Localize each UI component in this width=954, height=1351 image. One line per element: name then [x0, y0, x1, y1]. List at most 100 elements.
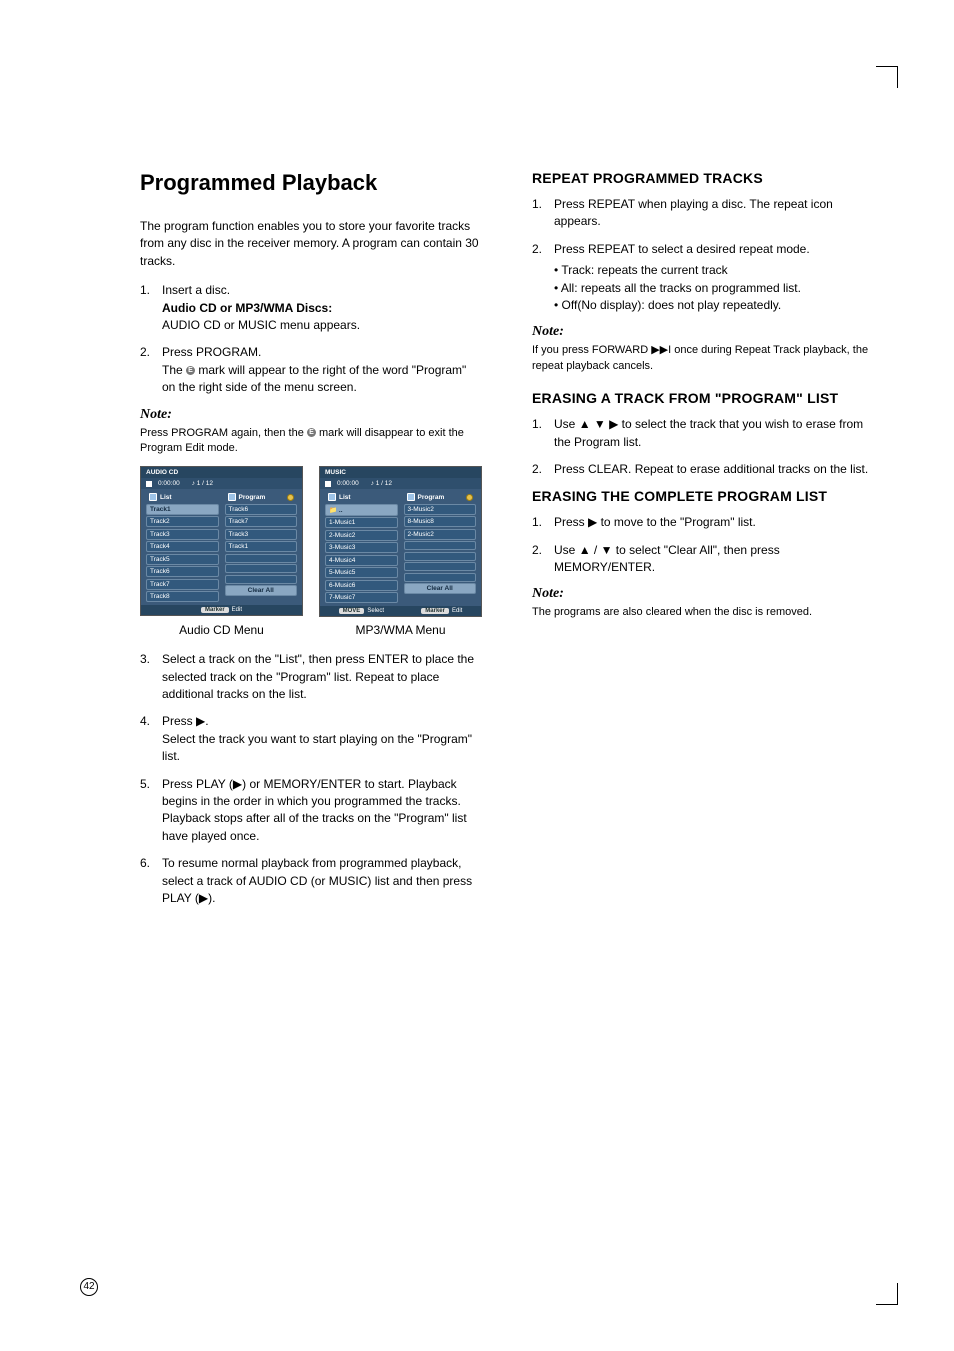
step-text: AUDIO CD or MUSIC menu appears. — [162, 318, 360, 332]
osd-footer: MarkerEdit — [141, 605, 302, 615]
step-6: 6. To resume normal playback from progra… — [140, 855, 482, 907]
list-item: 3-Music3 — [325, 542, 398, 553]
osd-list-label: List — [160, 494, 172, 501]
menu-screenshots-row: AUDIO CD 0:00:00 ♪ 1 / 12 List Track1 Tr… — [140, 466, 482, 617]
menu-captions: Audio CD Menu MP3/WMA Menu — [140, 623, 482, 637]
step-1: 1. Insert a disc. Audio CD or MP3/WMA Di… — [140, 282, 482, 334]
footer-marker-chip: Marker — [201, 607, 229, 613]
footer-move-chip: MOVE — [339, 608, 365, 614]
osd-program-column: Program 3-Music2 8-Music8 2-Music2 Clear… — [404, 492, 477, 603]
list-item: 8-Music8 — [404, 516, 477, 527]
step-4: 4. Press ▶. Select the track you want to… — [140, 713, 482, 765]
osd-program-label: Program — [239, 494, 266, 501]
note-body: Press PROGRAM again, then the E mark wil… — [140, 426, 482, 457]
note-body: If you press FORWARD ▶▶I once during Rep… — [532, 343, 874, 374]
section-heading-repeat: REPEAT PROGRAMMED TRACKS — [532, 170, 874, 186]
stop-icon — [325, 481, 331, 487]
bullet-item: All: repeats all the tracks on programme… — [554, 280, 874, 297]
osd-time: 0:00:00 — [337, 480, 359, 487]
note-body: The programs are also cleared when the d… — [532, 605, 874, 620]
page-number: 42 — [80, 1278, 98, 1296]
stop-icon — [146, 481, 152, 487]
erase-all-step-2: 2. Use ▲ / ▼ to select "Clear All", then… — [532, 542, 874, 577]
step-number: 4. — [140, 713, 162, 765]
list-item: Track6 — [225, 504, 298, 515]
step-text: Press PLAY ( — [162, 777, 233, 791]
e-disc-icon — [287, 494, 294, 501]
list-item — [225, 564, 298, 573]
clear-all-row: Clear All — [404, 583, 477, 594]
step-number: 5. — [140, 776, 162, 846]
erase-track-steps: 1. Use ▲ ▼ ▶ to select the track that yo… — [532, 416, 874, 478]
osd-subbar: 0:00:00 ♪ 1 / 12 — [320, 478, 481, 489]
play-icon: ▶ — [588, 515, 597, 529]
step-text: Press PROGRAM. — [162, 345, 261, 359]
step-bold: Audio CD or MP3/WMA Discs: — [162, 301, 332, 315]
step-number: 1. — [532, 196, 554, 231]
list-item: Track6 — [146, 566, 219, 577]
osd-title: AUDIO CD — [141, 467, 302, 478]
play-icon: ▶ — [233, 777, 242, 791]
erase-track-step-1: 1. Use ▲ ▼ ▶ to select the track that yo… — [532, 416, 874, 451]
list-item: 1-Music1 — [325, 517, 398, 528]
osd-list-column: List 📁 .. 1-Music1 2-Music2 3-Music3 4-M… — [325, 492, 398, 603]
step-text: Press REPEAT when playing a disc. The re… — [554, 196, 874, 231]
left-column: Programmed Playback The program function… — [140, 170, 482, 917]
folder-up-row: 📁 .. — [325, 504, 398, 516]
list-item: Track8 — [146, 591, 219, 602]
repeat-steps: 1. Press REPEAT when playing a disc. The… — [532, 196, 874, 314]
list-item: Track4 — [146, 541, 219, 552]
step-text: Use — [554, 417, 579, 431]
list-item — [404, 541, 477, 550]
osd-program-label: Program — [418, 494, 445, 501]
e-mark-icon: E — [307, 428, 316, 437]
section-heading-erase-track: ERASING A TRACK FROM "PROGRAM" LIST — [532, 390, 874, 406]
erase-all-step-1: 1. Press ▶ to move to the "Program" list… — [532, 514, 874, 531]
list-item: Track1 — [225, 541, 298, 552]
audio-cd-menu: AUDIO CD 0:00:00 ♪ 1 / 12 List Track1 Tr… — [140, 466, 303, 617]
list-item: 2-Music2 — [325, 530, 398, 541]
list-item: 5-Music5 — [325, 567, 398, 578]
forward-skip-icon: ▶▶I — [651, 344, 671, 356]
list-item: 2-Music2 — [404, 529, 477, 540]
osd-footer: MOVESelect MarkerEdit — [320, 606, 481, 616]
play-icon: ▶ — [196, 714, 205, 728]
step-text: Select the track you want to start playi… — [162, 732, 472, 763]
footer-edit-label: Edit — [232, 607, 242, 613]
step-text: mark will appear to the right of the wor… — [162, 363, 466, 394]
step-text: to move to the "Program" list. — [597, 515, 756, 529]
osd-counter: ♪ 1 / 12 — [192, 480, 213, 487]
section-heading-erase-all: ERASING THE COMPLETE PROGRAM LIST — [532, 488, 874, 504]
osd-title: MUSIC — [320, 467, 481, 478]
e-disc-icon — [466, 494, 473, 501]
caption-mp3-wma: MP3/WMA Menu — [319, 623, 482, 637]
intro-paragraph: The program function enables you to stor… — [140, 218, 482, 270]
osd-subbar: 0:00:00 ♪ 1 / 12 — [141, 478, 302, 489]
step-text: Press CLEAR. Repeat to erase additional … — [554, 461, 874, 478]
note-heading: Note: — [532, 324, 874, 340]
step-text: Insert a disc. — [162, 283, 230, 297]
steps-list-a: 1. Insert a disc. Audio CD or MP3/WMA Di… — [140, 282, 482, 396]
caption-audio-cd: Audio CD Menu — [140, 623, 303, 637]
note-heading: Note: — [532, 586, 874, 602]
step-number: 3. — [140, 651, 162, 703]
list-item: Track3 — [225, 529, 298, 540]
clear-all-row: Clear All — [225, 585, 298, 596]
arrow-glyphs: ▲ / ▼ — [579, 543, 613, 557]
erase-all-steps: 1. Press ▶ to move to the "Program" list… — [532, 514, 874, 576]
program-icon — [228, 493, 236, 501]
step-text: Use — [554, 543, 579, 557]
list-item: 7-Music7 — [325, 592, 398, 603]
list-item: Track1 — [146, 504, 219, 515]
step-number: 2. — [532, 241, 554, 315]
list-item: 4-Music4 — [325, 555, 398, 566]
list-item: Track3 — [146, 529, 219, 540]
step-text: Select a track on the "List", then press… — [162, 651, 482, 703]
step-number: 1. — [532, 514, 554, 531]
arrow-glyphs: ▲ ▼ ▶ — [579, 417, 619, 431]
footer-select-label: Select — [367, 608, 384, 614]
right-column: REPEAT PROGRAMMED TRACKS 1. Press REPEAT… — [532, 170, 874, 917]
repeat-step-2: 2. Press REPEAT to select a desired repe… — [532, 241, 874, 315]
list-item — [225, 575, 298, 584]
note-text: Press PROGRAM again, then the — [140, 427, 307, 439]
